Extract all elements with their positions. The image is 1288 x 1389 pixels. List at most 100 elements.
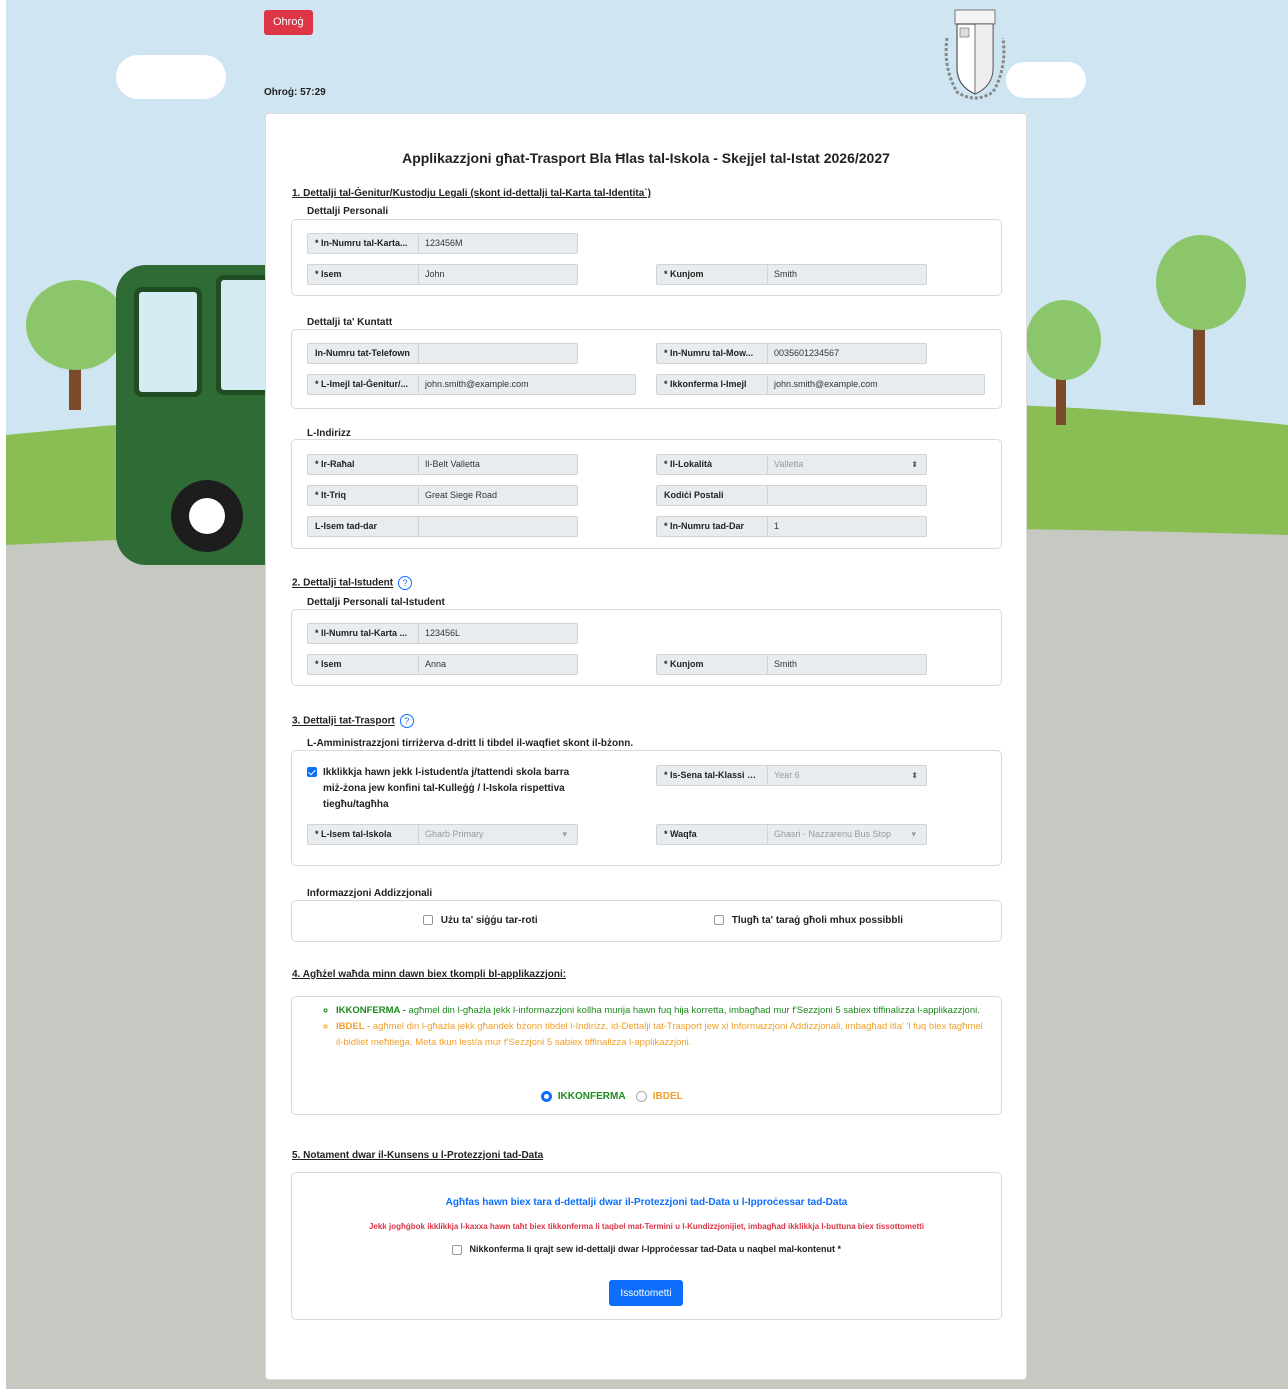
tree-left xyxy=(26,280,126,370)
parent-surname-field[interactable]: * Kunjom Smith xyxy=(656,264,927,285)
phone-input[interactable] xyxy=(419,343,578,364)
confirm-radio-label[interactable]: IKKONFERMA xyxy=(558,1091,625,1102)
confirmation-box: IKKONFERMA - agħmel din l-għażla jekk l-… xyxy=(291,996,1002,1115)
submit-button[interactable]: Issottometti xyxy=(609,1280,683,1306)
house-name-label: L-Isem tad-dar xyxy=(307,516,419,537)
parent-surname-input[interactable]: Smith xyxy=(768,264,927,285)
change-keyword: IBDEL - xyxy=(336,1021,371,1032)
session-timer: Ohroġ: 57:29 xyxy=(264,87,326,98)
parent-name-input[interactable]: John xyxy=(419,264,578,285)
section-1-title: 1. Dettalji tal-Ġenitur/Kustodju Legali … xyxy=(292,188,651,199)
additional-info-title: Informazzjoni Addizzjonali xyxy=(307,888,433,899)
school-select[interactable]: Gharb Primary xyxy=(419,824,578,845)
stairs-checkbox-row[interactable]: Tlugħ ta' taraġ għoli mhux possibbli xyxy=(714,915,903,926)
section-4-title: 4. Agħżel waħda minn dawn biex tkompli b… xyxy=(292,969,567,980)
change-text: agħmel din l-għażla jekk għandek bżonn t… xyxy=(336,1021,983,1048)
confirm-radio[interactable] xyxy=(541,1091,552,1102)
transport-note: L-Amministrazzjoni tirriżerva d-dritt li… xyxy=(307,738,634,749)
student-id-field[interactable]: * Il-Numru tal-Karta ... 123456L xyxy=(307,623,578,644)
parent-id-input[interactable]: 123456M xyxy=(419,233,578,254)
mobile-field[interactable]: * In-Numru tal-Mow... 0035601234567 xyxy=(656,343,927,364)
consent-checkbox-row[interactable]: Nikkonferma li qrajt sew id-dettalji dwa… xyxy=(292,1244,1001,1255)
wheelchair-label: Użu ta' siġġu tar-roti xyxy=(440,915,538,926)
postcode-label: Kodiċi Postali xyxy=(656,485,768,506)
outside-zone-checkbox-row[interactable]: Ikklikkja hawn jekk l-istudent/a j/tatte… xyxy=(307,765,577,813)
student-name-field[interactable]: * Isem Anna xyxy=(307,654,578,675)
consent-warning: Jekk jogħġbok ikklikkja l-kaxxa hawn taħ… xyxy=(368,1222,925,1231)
email-confirm-input[interactable]: john.smith@example.com xyxy=(768,374,985,395)
student-details-box: * Il-Numru tal-Karta ... 123456L * Isem … xyxy=(291,609,1002,686)
section-2-title: 2. Dettalji tal-Istudent xyxy=(292,577,394,589)
parent-name-field[interactable]: * Isem John xyxy=(307,264,578,285)
student-id-label: * Il-Numru tal-Karta ... xyxy=(307,623,419,644)
confirm-text: agħmel din l-għażla jekk l-informazzjoni… xyxy=(405,1005,980,1016)
outside-zone-label: Ikklikkja hawn jekk l-istudent/a j/tatte… xyxy=(323,767,570,810)
student-id-input[interactable]: 123456L xyxy=(419,623,578,644)
consent-label: Nikkonferma li qrajt sew id-dettalji dwa… xyxy=(469,1244,842,1254)
house-number-input[interactable]: 1 xyxy=(768,516,927,537)
email-confirm-label: * Ikkonferma l-Imejl xyxy=(656,374,768,395)
bus-stop-label: * Waqfa xyxy=(656,824,768,845)
contact-details-box: In-Numru tat-Telefown * In-Numru tal-Mow… xyxy=(291,329,1002,409)
email-confirm-field[interactable]: * Ikkonferma l-Imejl john.smith@example.… xyxy=(656,374,985,395)
postcode-input[interactable] xyxy=(768,485,927,506)
student-personal-title: Dettalji Personali tal-Istudent xyxy=(307,597,445,608)
bus-stop-select[interactable]: Ghasri - Nazzarenu Bus Stop xyxy=(768,824,927,845)
mobile-label: * In-Numru tal-Mow... xyxy=(656,343,768,364)
house-number-label: * In-Numru tad-Dar xyxy=(656,516,768,537)
school-label: * L-Isem tal-Iskola xyxy=(307,824,419,845)
mobile-input[interactable]: 0035601234567 xyxy=(768,343,927,364)
phone-label: In-Numru tat-Telefown xyxy=(307,343,419,364)
year-field[interactable]: * Is-Sena tal-Klassi g... Year 6 xyxy=(656,765,927,786)
year-select[interactable]: Year 6 xyxy=(768,765,927,786)
data-protection-link[interactable]: Agħfas hawn biex tara d-dettalji dwar il… xyxy=(292,1197,1001,1208)
locality-field[interactable]: * Il-Lokalità Valletta xyxy=(656,454,927,475)
change-explanation: IBDEL - agħmel din l-għażla jekk għandek… xyxy=(336,1019,992,1051)
section-5-title: 5. Notament dwar il-Kunsens u l-Protezzj… xyxy=(292,1150,544,1161)
logout-button[interactable]: Ohroġ xyxy=(264,10,313,35)
page-title: Applikazzjoni għat-Trasport Bla Ħlas tal… xyxy=(402,150,890,166)
parent-name-label: * Isem xyxy=(307,264,419,285)
email-input[interactable]: john.smith@example.com xyxy=(419,374,636,395)
outside-zone-checkbox[interactable] xyxy=(307,767,317,777)
student-name-input[interactable]: Anna xyxy=(419,654,578,675)
student-surname-field[interactable]: * Kunjom Smith xyxy=(656,654,927,675)
personal-details-title: Dettalji Personali xyxy=(307,206,389,217)
stairs-label: Tlugħ ta' taraġ għoli mhux possibbli xyxy=(731,915,904,926)
help-icon[interactable]: ? xyxy=(398,576,413,590)
town-input[interactable]: Il-Belt Valletta xyxy=(419,454,578,475)
student-surname-input[interactable]: Smith xyxy=(768,654,927,675)
wheelchair-checkbox-row[interactable]: Użu ta' siġġu tar-roti xyxy=(423,915,538,926)
consent-checkbox[interactable] xyxy=(451,1244,462,1255)
change-radio[interactable] xyxy=(635,1091,647,1102)
house-number-field[interactable]: * In-Numru tad-Dar 1 xyxy=(656,516,927,537)
stairs-checkbox[interactable] xyxy=(714,915,724,926)
parent-id-field[interactable]: * In-Numru tal-Karta... 123456M xyxy=(307,233,578,254)
email-label: * L-Imejl tal-Ġenitur/... xyxy=(307,374,419,395)
email-field[interactable]: * L-Imejl tal-Ġenitur/... john.smith@exa… xyxy=(307,374,636,395)
town-label: * Ir-Raħal xyxy=(307,454,419,475)
bus-window xyxy=(134,287,202,397)
street-input[interactable]: Great Siege Road xyxy=(419,485,578,506)
bus-stop-field[interactable]: * Waqfa Ghasri - Nazzarenu Bus Stop xyxy=(656,824,927,845)
options-list: IKKONFERMA - agħmel din l-għażla jekk l-… xyxy=(302,1003,992,1051)
change-radio-label[interactable]: IBDEL xyxy=(653,1091,683,1102)
student-name-label: * Isem xyxy=(307,654,419,675)
postcode-field[interactable]: Kodiċi Postali xyxy=(656,485,927,506)
locality-select[interactable]: Valletta xyxy=(768,454,927,475)
application-form-card: Applikazzjoni għat-Trasport Bla Ħlas tal… xyxy=(265,113,1027,1380)
bus-wheel xyxy=(171,480,243,552)
school-field[interactable]: * L-Isem tal-Iskola Gharb Primary xyxy=(307,824,578,845)
phone-field[interactable]: In-Numru tat-Telefown xyxy=(307,343,578,364)
street-field[interactable]: * It-Triq Great Siege Road xyxy=(307,485,578,506)
house-name-input[interactable] xyxy=(419,516,578,537)
help-icon[interactable]: ? xyxy=(399,714,414,728)
street-label: * It-Triq xyxy=(307,485,419,506)
section-3-title: 3. Dettalji tat-Trasport xyxy=(292,715,395,727)
wheelchair-checkbox[interactable] xyxy=(423,915,433,926)
choice-radios: IKKONFERMA IBDEL xyxy=(541,1091,683,1102)
parent-surname-label: * Kunjom xyxy=(656,264,768,285)
house-name-field[interactable]: L-Isem tad-dar xyxy=(307,516,578,537)
section-2-title-row: 2. Dettalji tal-Istudent? xyxy=(292,576,413,590)
town-field[interactable]: * Ir-Raħal Il-Belt Valletta xyxy=(307,454,578,475)
